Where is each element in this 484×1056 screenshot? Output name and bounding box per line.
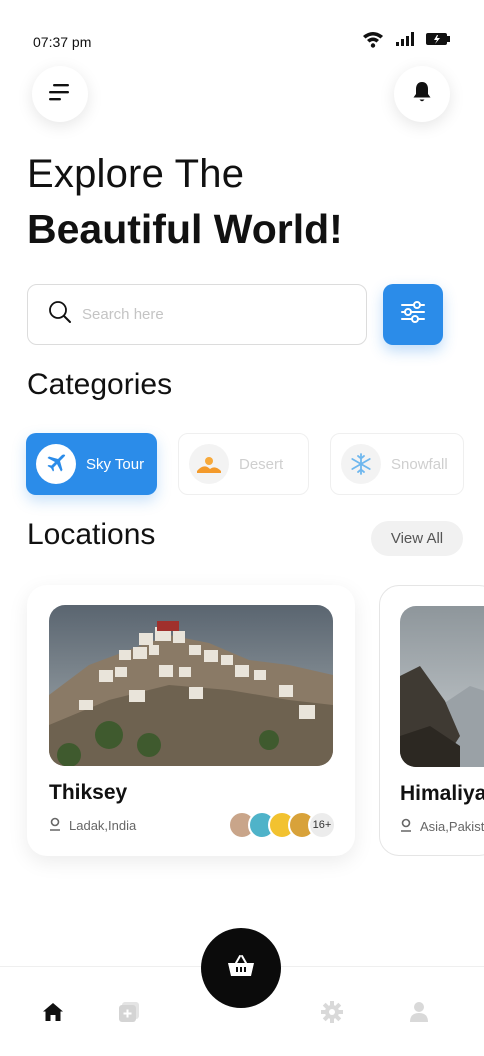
notification-button[interactable] (394, 66, 450, 122)
category-snowfall[interactable]: Snowfall (330, 433, 464, 495)
location-name: Himaliya (400, 782, 484, 805)
search-box[interactable] (27, 284, 367, 345)
add-icon (118, 1001, 140, 1028)
settings-icon (321, 1000, 343, 1028)
locations-title: Locations (27, 518, 156, 551)
category-label: Snowfall (391, 455, 448, 473)
desert-icon (189, 444, 229, 484)
headline-line-1: Explore The (27, 152, 245, 196)
location-place: Asia,Pakistan (400, 818, 484, 835)
category-label: Sky Tour (86, 455, 145, 473)
filter-button[interactable] (383, 284, 443, 345)
location-image (400, 606, 484, 767)
status-icons (362, 30, 450, 53)
location-name: Thiksey (49, 781, 128, 804)
search-input[interactable] (82, 306, 342, 323)
sliders-icon (400, 300, 426, 329)
visitor-count-badge: 16+ (308, 811, 336, 839)
snowflake-icon (341, 444, 381, 484)
view-all-button[interactable]: View All (371, 521, 463, 556)
category-label: Desert (239, 455, 284, 473)
status-bar: 07:37 pm (0, 0, 484, 60)
location-image (49, 605, 333, 766)
location-card[interactable]: Himaliya Asia,Pakistan (379, 585, 484, 856)
headline-line-2: Beautiful World! (27, 206, 343, 252)
nav-add[interactable] (116, 1001, 142, 1027)
menu-icon (49, 83, 71, 106)
menu-button[interactable] (32, 66, 88, 122)
category-desert[interactable]: Desert (178, 433, 309, 495)
basket-icon (227, 954, 255, 983)
location-card[interactable]: Thiksey Ladak,India 16+ (27, 585, 355, 856)
location-place-text: Asia,Pakistan (420, 819, 484, 834)
location-pin-icon (49, 817, 61, 834)
categories-title: Categories (27, 368, 173, 401)
status-time: 07:37 pm (33, 34, 92, 50)
nav-profile[interactable] (406, 1001, 432, 1027)
location-place-text: Ladak,India (69, 818, 137, 833)
cart-button[interactable] (201, 928, 281, 1008)
location-pin-icon (400, 818, 412, 835)
home-icon (42, 1002, 64, 1027)
battery-icon (426, 32, 450, 51)
wifi-icon (362, 30, 384, 53)
signal-icon (396, 32, 414, 51)
category-sky-tour[interactable]: Sky Tour (26, 433, 157, 495)
visitor-avatars[interactable]: 16+ (228, 811, 336, 839)
nav-settings[interactable] (319, 1000, 345, 1028)
location-place: Ladak,India (49, 817, 136, 834)
search-icon (48, 300, 72, 329)
airplane-icon (36, 444, 76, 484)
profile-icon (409, 1001, 429, 1028)
bell-icon (412, 81, 432, 108)
nav-home[interactable] (40, 1001, 66, 1027)
